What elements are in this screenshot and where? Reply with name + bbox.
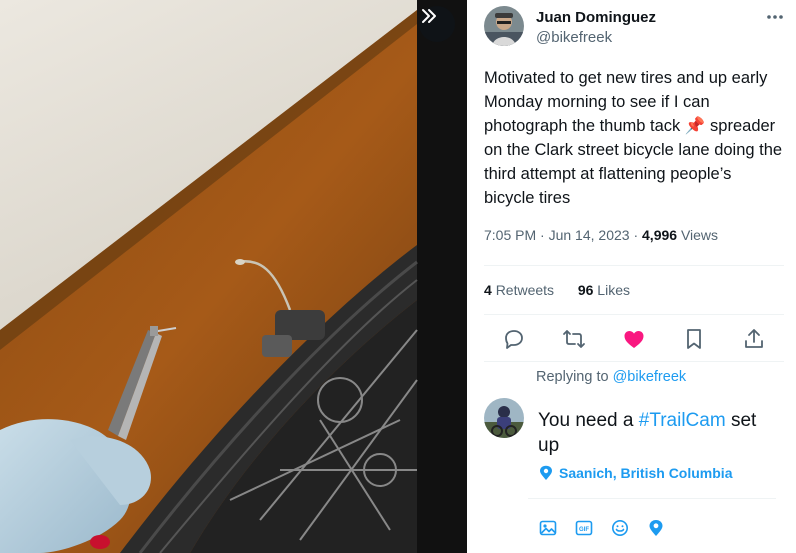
gif-icon[interactable]: GIF (575, 519, 593, 537)
expand-panel-button[interactable] (419, 6, 455, 42)
tweet-stats: 4 Retweets 96 Likes (484, 282, 630, 298)
location-label: Saanich, British Columbia (559, 465, 733, 481)
retweets-count: 4 (484, 282, 492, 298)
divider (484, 361, 784, 362)
reply-text-before: You need a (538, 410, 634, 431)
reply-author-avatar[interactable] (484, 398, 524, 438)
emoji-icon[interactable] (611, 519, 629, 537)
location-tag[interactable]: Saanich, British Columbia (539, 465, 732, 481)
reply-icon[interactable] (502, 327, 526, 351)
divider (484, 265, 784, 266)
meta-separator: · (633, 227, 643, 243)
replying-prefix: Replying to (536, 369, 609, 385)
bookmark-icon[interactable] (682, 327, 706, 351)
reply-input[interactable]: You need a #TrailCam set up (538, 408, 778, 458)
tweet-photo[interactable] (0, 0, 467, 553)
likes-label: Likes (597, 282, 630, 298)
more-options-icon[interactable] (764, 10, 786, 24)
reply-hashtag[interactable]: #TrailCam (639, 410, 726, 431)
retweets-stat[interactable]: 4 Retweets (484, 282, 554, 298)
divider (484, 314, 784, 315)
likes-count: 96 (577, 282, 594, 298)
tweet-date[interactable]: Jun 14, 2023 (549, 227, 630, 243)
views-label: Views (680, 227, 719, 243)
retweet-icon[interactable] (562, 327, 586, 351)
author-name[interactable]: Juan Dominguez (536, 9, 656, 26)
divider (528, 498, 776, 499)
retweets-label: Retweets (495, 282, 555, 298)
photo-scene (0, 0, 467, 553)
author-avatar[interactable] (484, 6, 524, 46)
meta-separator: · (540, 227, 549, 243)
tweet-time[interactable]: 7:05 PM (484, 227, 536, 243)
location-icon[interactable] (647, 519, 665, 537)
reply-avatar-image (484, 398, 524, 438)
share-icon[interactable] (742, 327, 766, 351)
replying-to-handle[interactable]: @bikefreek (613, 369, 687, 385)
pushpin-emoji: 📌 (684, 117, 706, 135)
replying-to: Replying to @bikefreek (536, 369, 686, 385)
author-handle[interactable]: @bikefreek (536, 29, 612, 46)
tweet-text: Motivated to get new tires and up early … (484, 66, 784, 210)
double-chevron-right-icon (422, 9, 436, 23)
svg-text:GIF: GIF (579, 527, 589, 533)
image-icon[interactable] (539, 519, 557, 537)
likes-stat[interactable]: 96 Likes (578, 282, 630, 298)
tweet-meta: 7:05 PM · Jun 14, 2023 · 4,996 Views (484, 227, 718, 243)
location-pin-icon (540, 465, 552, 480)
views-count: 4,996 (642, 227, 678, 243)
avatar-image (484, 6, 524, 46)
like-icon[interactable] (622, 327, 646, 351)
